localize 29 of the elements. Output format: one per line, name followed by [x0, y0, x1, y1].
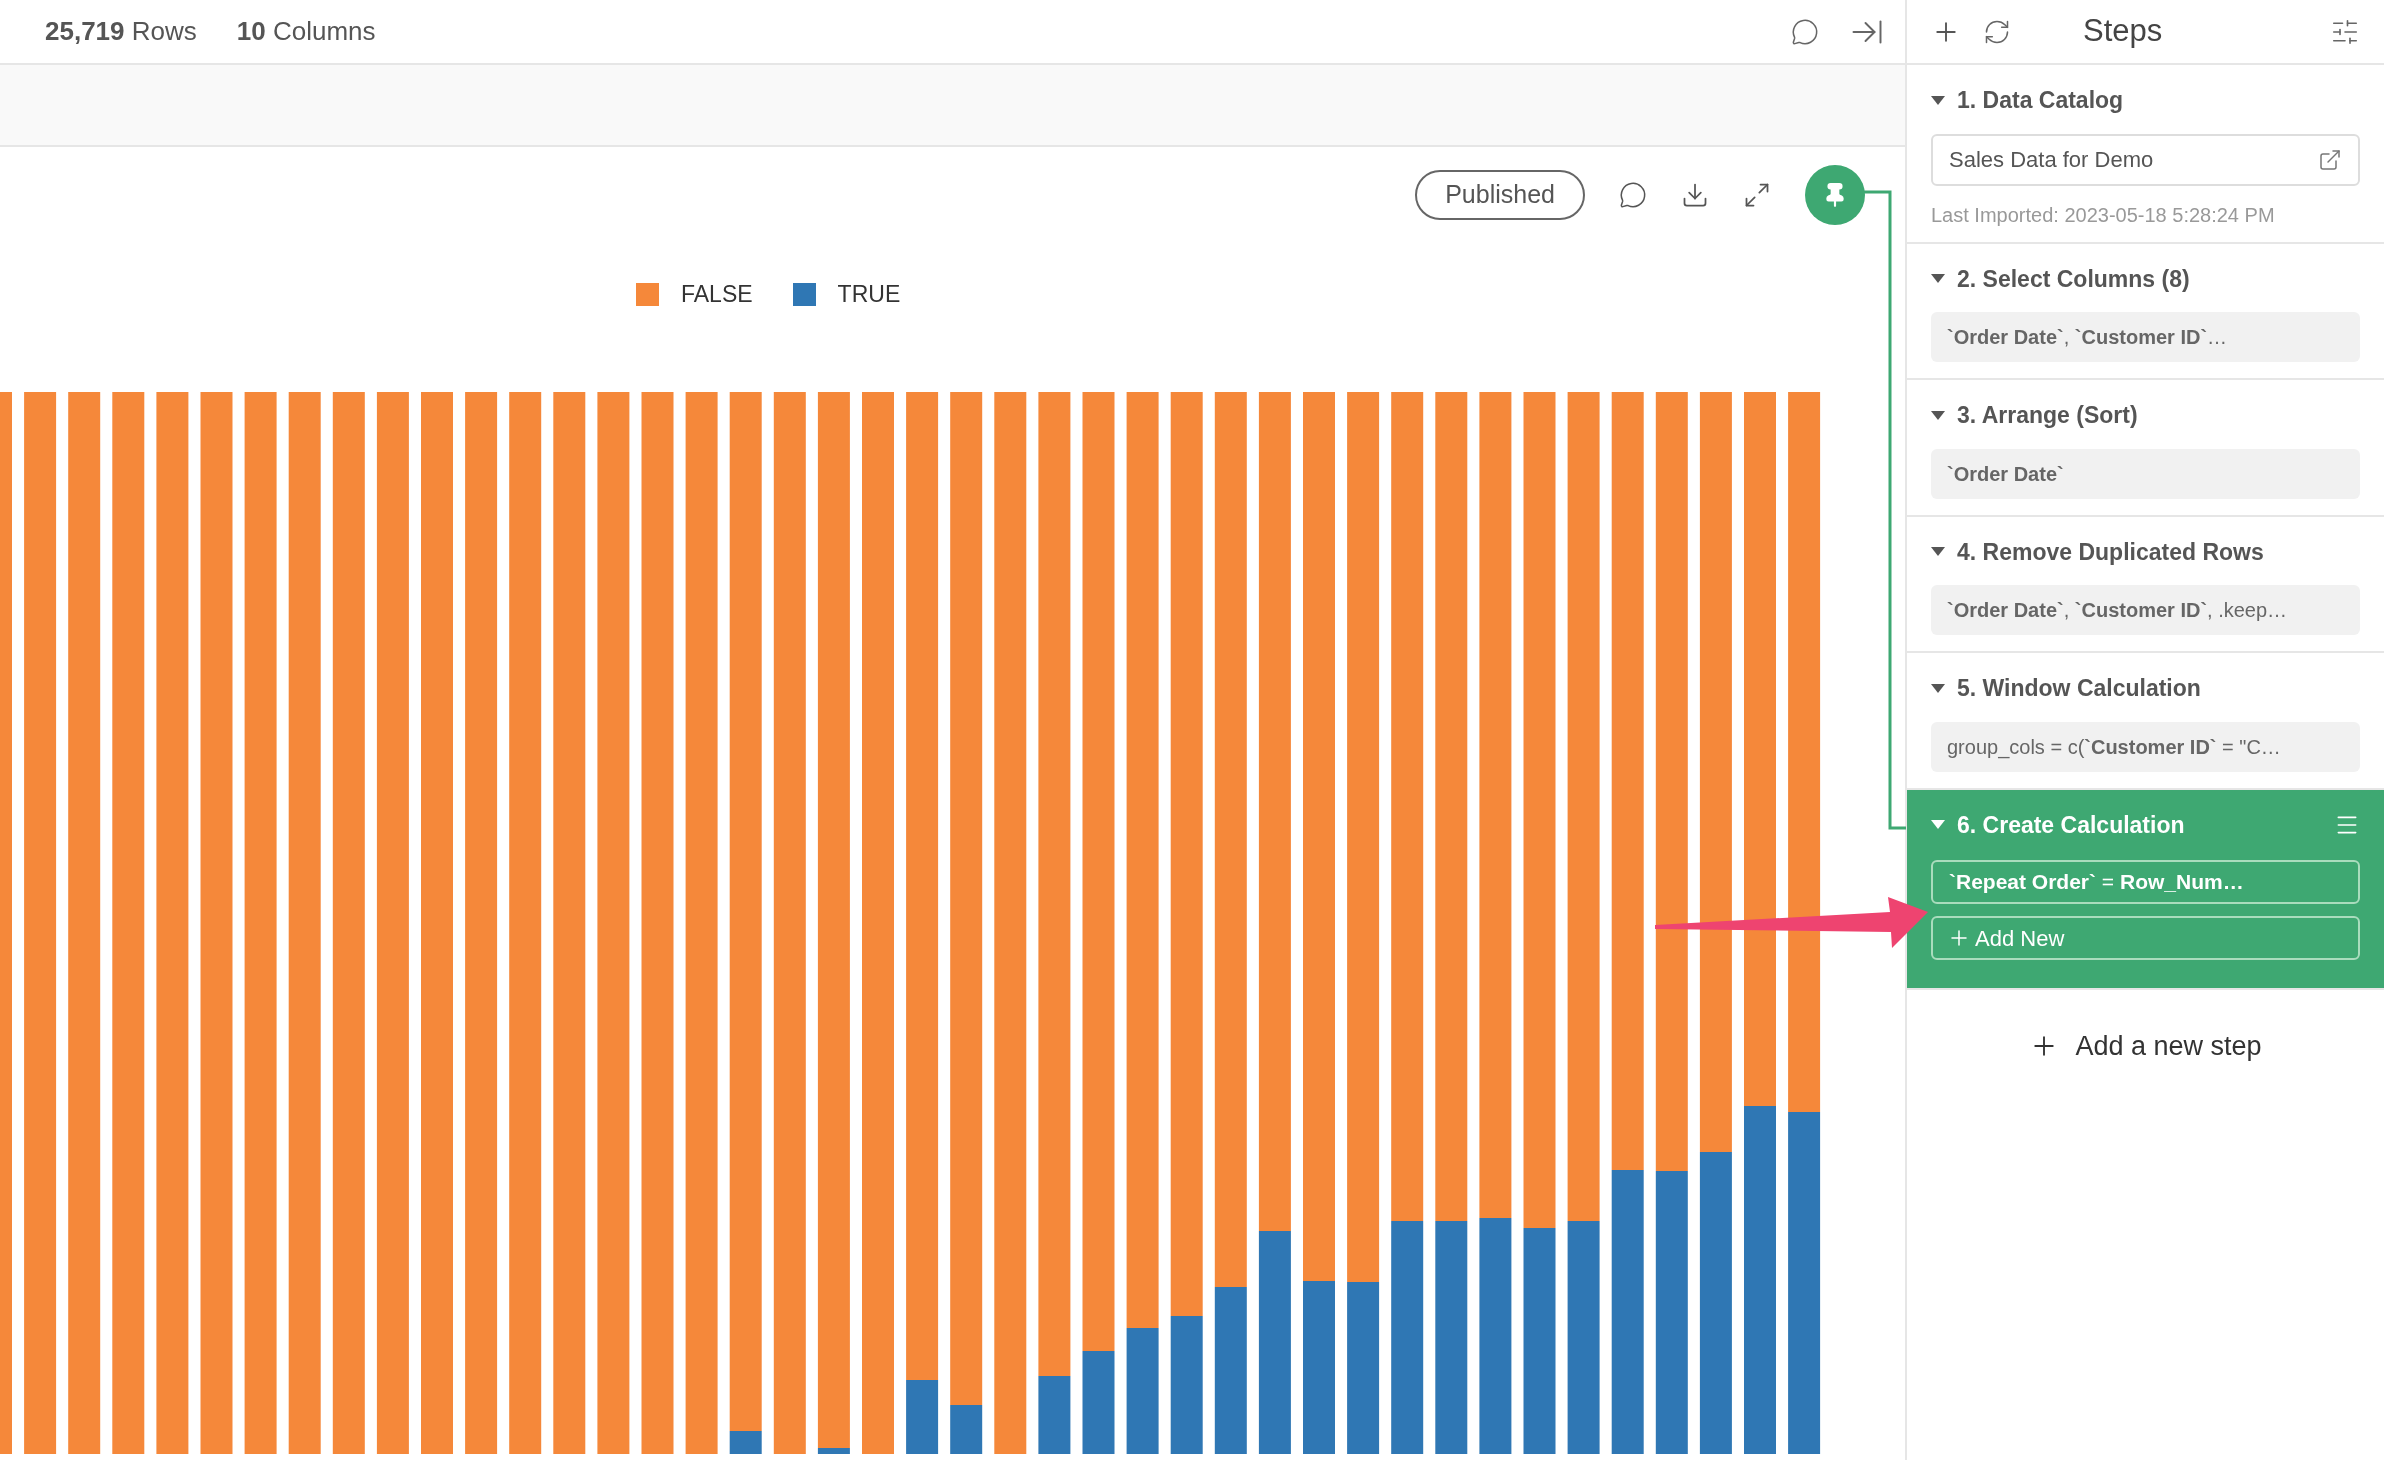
- legend-label: FALSE: [681, 279, 753, 309]
- published-badge: Published: [1415, 170, 1585, 220]
- comment-icon[interactable]: [1619, 181, 1647, 209]
- row-count: 25,719 Rows: [45, 15, 197, 48]
- caret-icon[interactable]: [1931, 683, 1945, 693]
- pin-button[interactable]: [1805, 165, 1865, 225]
- step-title[interactable]: 2. Select Columns (8): [1957, 261, 2190, 296]
- step-title[interactable]: 3. Arrange (Sort): [1957, 398, 2138, 433]
- caret-icon[interactable]: [1931, 410, 1945, 420]
- caret-icon[interactable]: [1931, 547, 1945, 557]
- step-summary[interactable]: `Order Date`: [1931, 448, 2360, 499]
- comment-icon[interactable]: [1791, 17, 1819, 46]
- step-summary[interactable]: `Order Date`, `Customer ID`, .keep…: [1931, 585, 2360, 635]
- add-step-button[interactable]: Add a new step: [2029, 1026, 2262, 1067]
- step-title[interactable]: 5. Window Calculation: [1957, 671, 2201, 706]
- download-icon[interactable]: [1681, 181, 1709, 209]
- step-summary[interactable]: `Order Date`, `Customer ID`…: [1931, 312, 2360, 362]
- step-summary[interactable]: group_cols = c(`Customer ID` = "C…: [1931, 721, 2360, 772]
- expand-icon[interactable]: [1743, 181, 1771, 209]
- data-source-field[interactable]: Sales Data for Demo: [1931, 133, 2360, 186]
- external-link-icon[interactable]: [2318, 147, 2342, 172]
- step-title[interactable]: 1. Data Catalog: [1957, 83, 2124, 118]
- step-title[interactable]: 4. Remove Duplicated Rows: [1957, 534, 2264, 569]
- caret-icon[interactable]: [1931, 274, 1945, 284]
- legend-label: TRUE: [837, 279, 901, 309]
- panel-title: Steps: [2083, 12, 2163, 51]
- last-imported-text: Last Imported: 2023-05-18 5:28:24 PM: [1931, 202, 2276, 228]
- column-count: 10 Columns: [236, 15, 376, 48]
- caret-icon[interactable]: [1931, 95, 1945, 105]
